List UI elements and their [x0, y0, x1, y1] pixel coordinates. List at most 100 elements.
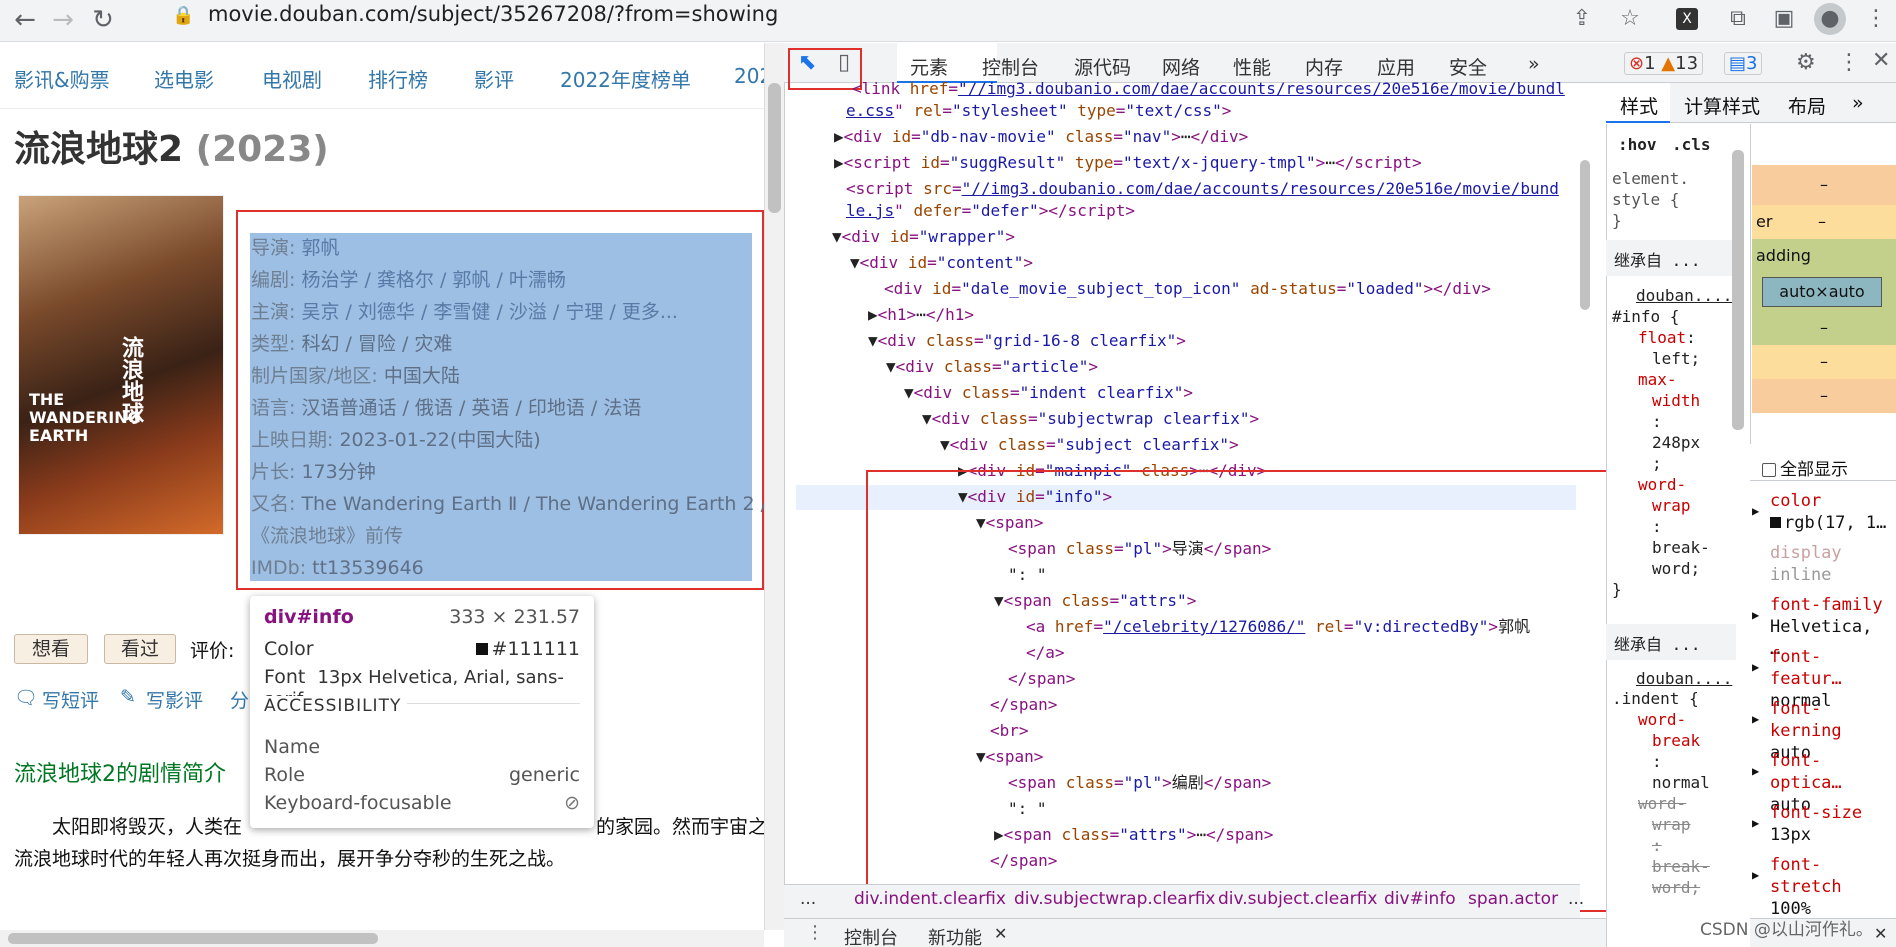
tab-layout[interactable]: 布局: [1788, 92, 1826, 119]
code-line[interactable]: ▶<script id="suggResult" type="text/x-jq…: [834, 150, 1422, 176]
summary-line-1: 太阳即将毁灭，人类在: [52, 816, 243, 838]
nav-item[interactable]: 影讯&购票: [14, 64, 110, 93]
menu-kebab-icon[interactable]: ⋮: [1860, 3, 1892, 35]
breadcrumb-item[interactable]: div.indent.clearfix: [854, 889, 1006, 909]
padding-bottom: –: [1752, 311, 1896, 345]
code-line[interactable]: <div id="dale_movie_subject_top_icon" ad…: [884, 276, 1491, 302]
code-line[interactable]: ▶<h1>⋯</h1>: [868, 302, 974, 328]
horizontal-scrollbar[interactable]: [0, 930, 764, 947]
reload-icon[interactable]: ↻: [86, 4, 120, 38]
show-all-checkbox[interactable]: 全部显示: [1762, 455, 1848, 480]
want-button[interactable]: 想看: [14, 634, 88, 664]
inherit-label: 继承自 ...: [1614, 251, 1701, 270]
scroll-thumb[interactable]: [8, 933, 378, 944]
computed-prop[interactable]: display inline: [1752, 542, 1892, 586]
padding-label: adding: [1752, 239, 1896, 273]
margin-bottom: –: [1752, 379, 1896, 413]
bookmark-star-icon[interactable]: ☆: [1614, 3, 1646, 35]
info-genre: 类型: 科幻 / 冒险 / 灾难: [251, 333, 453, 355]
close-icon[interactable]: ✕: [994, 924, 1007, 943]
source-link[interactable]: douban....: [1636, 668, 1732, 689]
writers-links[interactable]: 杨治学 / 龚格尔 / 郭帆 / 叶濡畅: [301, 269, 565, 291]
computed-prop[interactable]: ▶ font-stretch 100%: [1752, 854, 1892, 920]
code-line[interactable]: e.css" rel="stylesheet" type="text/css">: [846, 98, 1231, 124]
puzzle-icon[interactable]: ⧉: [1722, 3, 1754, 35]
breadcrumb-item[interactable]: div.subjectwrap.clearfix: [1014, 889, 1216, 909]
border-bottom: –: [1752, 345, 1896, 379]
breadcrumb-item[interactable]: span.actor: [1468, 889, 1558, 909]
tooltip-name-label: Name: [264, 736, 321, 758]
tooltip-role-label: Role: [264, 764, 305, 786]
back-icon[interactable]: ←: [8, 4, 42, 38]
code-line[interactable]: ▼<div class="grid-16-8 clearfix">: [868, 328, 1186, 354]
code-line[interactable]: le.js" defer="defer"></script>: [846, 198, 1135, 224]
elements-scroll-thumb[interactable]: [1580, 160, 1590, 310]
url-text[interactable]: movie.douban.com/subject/35267208/?from=…: [208, 2, 778, 26]
drawer-tab-console[interactable]: 控制台: [844, 924, 898, 947]
tab-styles[interactable]: 样式: [1620, 92, 1658, 119]
nav-item[interactable]: 影评: [474, 64, 514, 93]
seen-button[interactable]: 看过: [104, 634, 176, 664]
computed-prop[interactable]: ▶ font-size 13px: [1752, 802, 1892, 846]
info-release-date: 上映日期: 2023-01-22(中国大陆): [251, 429, 541, 451]
close-icon[interactable]: ✕: [1874, 924, 1887, 943]
css-rule-indent: .indent { word- break : normal word- wra…: [1612, 689, 1710, 897]
drawer-tab-whatsnew[interactable]: 新功能: [928, 924, 982, 947]
margin-top: –: [1752, 165, 1896, 205]
devtools-menu-icon[interactable]: ⋮: [1838, 50, 1860, 75]
nav-item[interactable]: 排行榜: [368, 64, 428, 93]
inspect-tooltip: div#info 333 × 231.57 Color #111111 Font…: [250, 596, 594, 828]
computed-prop[interactable]: ▶ color rgb(17, 1…: [1752, 490, 1892, 534]
breadcrumb-item[interactable]: div.subject.clearfix: [1218, 889, 1377, 909]
vertical-scrollbar[interactable]: [764, 43, 784, 930]
write-review-link[interactable]: 写影评: [146, 686, 203, 713]
profile-avatar[interactable]: ●: [1814, 3, 1846, 35]
tooltip-size: 333 × 231.57: [449, 606, 580, 628]
code-line[interactable]: ▼<div class="subject clearfix">: [940, 432, 1239, 458]
nav-item[interactable]: 电视剧: [262, 64, 322, 93]
divider: [0, 108, 764, 109]
close-icon[interactable]: ✕: [1872, 48, 1890, 73]
nav-item[interactable]: 选电影: [154, 64, 214, 93]
rate-label: 评价:: [190, 640, 235, 662]
share-link[interactable]: 分: [230, 686, 249, 713]
cast-links[interactable]: 吴京 / 刘德华 / 李雪健 / 沙溢 / 宁理 / 更多...: [301, 301, 678, 323]
code-line[interactable]: ▶<div id="db-nav-movie" class="nav">⋯</d…: [834, 124, 1248, 150]
code-line[interactable]: ▼<div id="wrapper">: [832, 224, 1015, 250]
breadcrumb-more[interactable]: ...: [800, 889, 816, 909]
code-line[interactable]: ▼<div class="indent clearfix">: [904, 380, 1193, 406]
movie-poster[interactable]: 流浪地球 THE WANDERING EARTH: [18, 195, 224, 535]
source-link[interactable]: douban....: [1636, 285, 1732, 306]
summary-line-2: 流浪地球时代的年轻人再次挺身而出，展开争分夺秒的生死之战。: [14, 848, 566, 870]
sidepanel-icon[interactable]: ▣: [1768, 3, 1800, 35]
forward-icon[interactable]: →: [46, 4, 80, 38]
extension-x-icon[interactable]: X: [1676, 8, 1698, 30]
message-counter[interactable]: ▤3: [1724, 52, 1763, 75]
code-line[interactable]: ▼<div class="article">: [886, 354, 1098, 380]
more-tabs[interactable]: »: [1528, 53, 1540, 75]
nav-item[interactable]: 2022年度榜单: [560, 64, 691, 93]
comment-icon: 🗨: [14, 687, 39, 709]
styles-scroll-thumb[interactable]: [1732, 150, 1744, 430]
info-language: 语言: 汉语普通话 / 俄语 / 英语 / 印地语 / 法语: [251, 397, 642, 419]
breadcrumb-item[interactable]: div#info: [1384, 889, 1456, 909]
director-link[interactable]: 郭帆: [301, 237, 339, 259]
cls-toggle[interactable]: .cls: [1672, 134, 1711, 155]
info-length: 片长: 173分钟: [251, 461, 376, 483]
code-line[interactable]: ▼<div id="content">: [850, 250, 1033, 276]
tab-computed[interactable]: 计算样式: [1684, 92, 1760, 119]
drawer-menu-icon[interactable]: ⋮: [806, 922, 824, 943]
issue-counter[interactable]: ⊗1 ▲13: [1624, 52, 1704, 75]
hov-toggle[interactable]: :hov: [1618, 134, 1657, 155]
write-short-link[interactable]: 写短评: [42, 686, 99, 713]
tooltip-accessibility: ACCESSIBILITY: [264, 696, 408, 716]
summary-line-1b: 的家园。然而宇宙之: [596, 816, 768, 838]
scroll-thumb[interactable]: [768, 83, 781, 213]
breadcrumb-more[interactable]: ...: [1568, 889, 1584, 909]
code-annotation-box: [866, 470, 1630, 912]
gear-icon[interactable]: ⚙: [1796, 50, 1816, 75]
not-focusable-icon: ⊘: [564, 792, 580, 814]
code-line[interactable]: ▼<div class="subjectwrap clearfix">: [922, 406, 1259, 432]
more-style-tabs[interactable]: »: [1852, 92, 1864, 114]
share-icon[interactable]: ⇪: [1566, 3, 1598, 35]
